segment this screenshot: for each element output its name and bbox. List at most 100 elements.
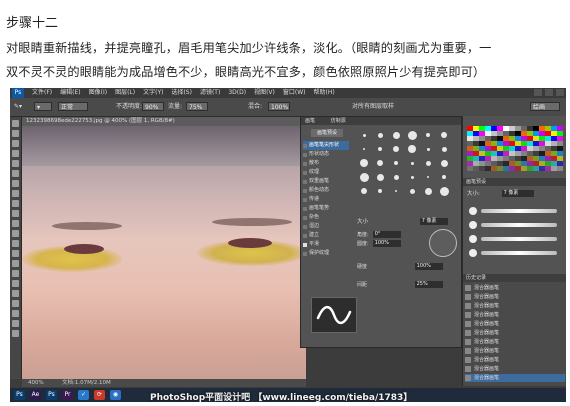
opacity-field[interactable]: 90% — [142, 102, 164, 111]
brush-preset-button[interactable]: 画笔预设 — [311, 129, 343, 137]
history-row[interactable]: 混合器画笔 — [465, 311, 565, 319]
roundness-field[interactable]: 100% — [372, 240, 401, 247]
checkbox-icon[interactable] — [303, 170, 307, 175]
tool-icon[interactable] — [12, 330, 19, 337]
menu-item[interactable]: 编辑(E) — [56, 88, 84, 98]
taskbar-app-icon[interactable]: ✓ — [78, 390, 89, 400]
brush-tip-item[interactable] — [421, 157, 435, 169]
brush-option-item[interactable]: 保护纹理 — [303, 249, 349, 258]
brush-tip-item[interactable] — [405, 171, 419, 183]
brush-option-item[interactable]: 建立 — [303, 231, 349, 240]
mix-field[interactable]: 100% — [268, 102, 290, 111]
checkbox-icon[interactable] — [303, 197, 307, 202]
brush-tip-item[interactable] — [389, 143, 403, 155]
history-row[interactable]: 混合器画笔 — [465, 329, 565, 337]
checkbox-icon[interactable] — [303, 224, 307, 229]
tool-icon[interactable] — [12, 290, 19, 297]
brush-tip-item[interactable] — [373, 171, 387, 183]
hardness-field[interactable]: 100% — [414, 263, 443, 270]
tool-icon[interactable] — [12, 160, 19, 167]
brush-tip-item[interactable] — [389, 171, 403, 183]
checkbox-icon[interactable] — [303, 242, 307, 247]
brush-tip-item[interactable] — [373, 143, 387, 155]
brush-tip-item[interactable] — [389, 185, 403, 197]
close-icon[interactable] — [556, 89, 564, 96]
angle-field[interactable]: 0° — [372, 231, 401, 238]
brush-option-item[interactable]: 纹理 — [303, 168, 349, 177]
workspace-select[interactable]: 绘画 — [530, 102, 560, 111]
brush-tip-item[interactable] — [437, 129, 451, 141]
tool-icon[interactable] — [12, 280, 19, 287]
preset-size-field[interactable]: 7 像素 — [501, 190, 534, 197]
menu-item[interactable]: 帮助(H) — [310, 88, 339, 98]
zoom-readout[interactable]: 400% — [28, 379, 44, 387]
brush-option-item[interactable]: 杂色 — [303, 213, 349, 222]
history-row[interactable]: 混合器画笔 — [465, 338, 565, 346]
history-row[interactable]: 混合器画笔 — [465, 374, 565, 382]
document-canvas[interactable]: 1232398698ede222753.jpg @ 400% (图层 1, RG… — [22, 117, 306, 379]
brush-presets-tab[interactable]: 画笔预设 — [463, 178, 566, 186]
checkbox-icon[interactable] — [303, 188, 307, 193]
taskbar-app-icon[interactable]: Pr — [62, 390, 73, 400]
brush-tip-item[interactable] — [389, 157, 403, 169]
brush-option-item[interactable]: 画笔笔尖形状 — [303, 141, 349, 150]
history-row[interactable]: 混合器画笔 — [465, 320, 565, 328]
flow-field[interactable]: 75% — [186, 102, 208, 111]
brush-tip-item[interactable] — [437, 157, 451, 169]
brush-size-picker[interactable]: ▾ — [34, 102, 52, 111]
tool-icon[interactable] — [12, 260, 19, 267]
menu-item[interactable]: 选择(S) — [167, 88, 196, 98]
history-tab[interactable]: 历史记录 — [463, 274, 566, 282]
tool-icon[interactable] — [12, 150, 19, 157]
checkbox-icon[interactable] — [303, 152, 307, 157]
brush-preset-item[interactable] — [467, 234, 563, 244]
history-row[interactable]: 混合器画笔 — [465, 356, 565, 364]
tool-icon[interactable] — [12, 120, 19, 127]
checkbox-icon[interactable] — [303, 251, 307, 256]
brush-tip-item[interactable] — [437, 171, 451, 183]
brush-option-item[interactable]: 散布 — [303, 159, 349, 168]
maximize-icon[interactable] — [545, 89, 553, 96]
brush-tip-item[interactable] — [357, 129, 371, 141]
tool-icon[interactable] — [12, 270, 19, 277]
brush-option-item[interactable]: 湿边 — [303, 222, 349, 231]
brush-tip-item[interactable] — [405, 185, 419, 197]
brush-tip-item[interactable] — [357, 157, 371, 169]
taskbar-app-icon[interactable]: Ps — [46, 390, 57, 400]
brush-option-item[interactable]: 颜色动态 — [303, 186, 349, 195]
brush-option-item[interactable]: 双重画笔 — [303, 177, 349, 186]
tool-icon[interactable] — [12, 310, 19, 317]
taskbar-app-icon[interactable]: ◉ — [110, 390, 121, 400]
tool-icon[interactable] — [12, 170, 19, 177]
tool-icon[interactable] — [12, 130, 19, 137]
document-tab[interactable]: 1232398698ede222753.jpg @ 400% (图层 1, RG… — [22, 117, 306, 126]
checkbox-icon[interactable] — [303, 233, 307, 238]
color-swatch[interactable] — [557, 166, 563, 171]
brush-option-item[interactable]: 画笔笔势 — [303, 204, 349, 213]
brush-option-item[interactable]: 形状动态 — [303, 150, 349, 159]
menu-item[interactable]: 图像(I) — [85, 88, 111, 98]
brush-tip-item[interactable] — [373, 185, 387, 197]
menu-item[interactable]: 文字(Y) — [139, 88, 167, 98]
tool-icon[interactable] — [12, 300, 19, 307]
brush-tip-item[interactable] — [421, 171, 435, 183]
tool-icon[interactable] — [12, 190, 19, 197]
brush-tip-item[interactable] — [357, 143, 371, 155]
brush-preset-item[interactable] — [467, 248, 563, 258]
brush-tip-item[interactable] — [437, 185, 451, 197]
brush-option-item[interactable]: 平滑 — [303, 240, 349, 249]
mode-select[interactable]: 正常 — [58, 102, 88, 111]
tool-icon[interactable] — [12, 200, 19, 207]
menu-item[interactable]: 图层(L) — [111, 88, 139, 98]
brush-tip-item[interactable] — [373, 157, 387, 169]
brush-tip-item[interactable] — [373, 129, 387, 141]
history-row[interactable]: 混合器画笔 — [465, 284, 565, 292]
history-row[interactable]: 混合器画笔 — [465, 365, 565, 373]
tool-preset-icon[interactable]: ✎▾ — [14, 102, 22, 111]
brush-preset-item[interactable] — [467, 220, 563, 230]
brush-tip-item[interactable] — [421, 129, 435, 141]
menu-item[interactable]: 窗口(W) — [279, 88, 310, 98]
tool-icon[interactable] — [12, 180, 19, 187]
brush-preset-item[interactable] — [467, 206, 563, 216]
spacing-field[interactable]: 25% — [414, 281, 443, 288]
